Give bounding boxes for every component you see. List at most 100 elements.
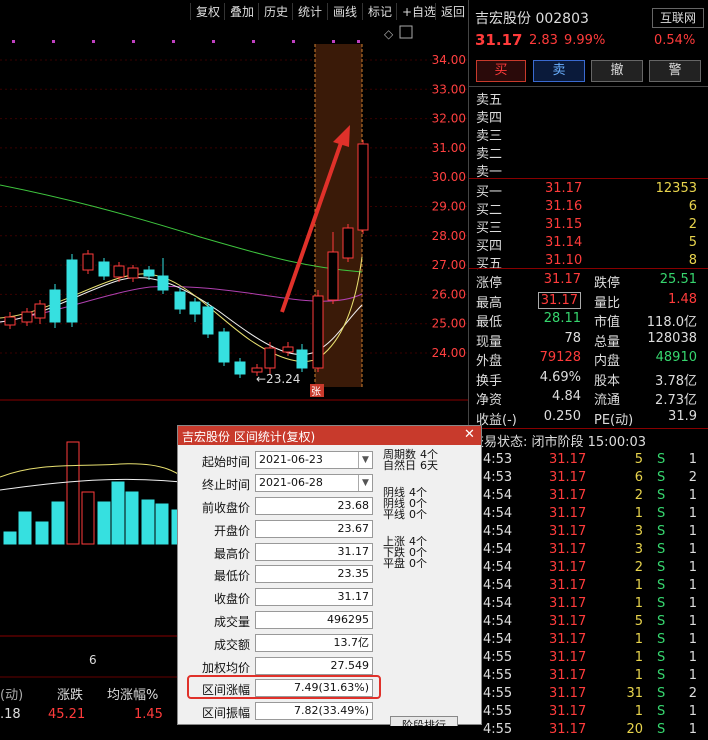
tick-row: 4:55 31.17 1 S 1 [469, 704, 708, 722]
tick-row: 4:54 31.17 1 S 1 [469, 578, 708, 596]
range-stats-dialog: 吉宏股份 区间统计(复权) ✕ 起始时间 2021-06-23 ▼ 终止时间 20… [177, 425, 482, 726]
toolbar-draw[interactable]: 画线 [327, 3, 357, 20]
toolbar-overlay[interactable]: 叠加 [224, 3, 254, 20]
stat-value-field[interactable]: 27.549 [255, 656, 373, 675]
buy-volume: 2 [688, 217, 697, 232]
toolbar-fuquan[interactable]: 复权 [190, 3, 220, 20]
quote-row: 现量 78 总量 128038 [469, 330, 708, 350]
stat-value-field[interactable]: 7.82(33.49%) [255, 702, 373, 721]
tick-count: 1 [688, 542, 697, 557]
buy-button[interactable]: 买 [476, 60, 526, 82]
tick-price: 31.17 [549, 632, 587, 647]
quote-label: PE(动) [594, 412, 634, 428]
cancel-order-button[interactable]: 撤 [591, 60, 643, 82]
tick-row: 4:54 31.17 3 S 1 [469, 542, 708, 560]
stat-value-field[interactable]: 496295 [255, 611, 373, 629]
end-date-value: 2021-06-28 [259, 476, 323, 489]
tick-row: 4:54 31.17 1 S 1 [469, 506, 708, 524]
change-value: 45.21 [48, 707, 86, 722]
highlight-box [187, 675, 381, 699]
quote-value: 128038 [647, 330, 697, 346]
stat-value-field[interactable]: 23.67 [255, 519, 373, 538]
alert-button[interactable]: 警 [649, 60, 701, 82]
tick-side: S [657, 704, 666, 719]
tick-time: 4:55 [483, 668, 513, 683]
quote-label: 现量 [476, 334, 503, 350]
price-tick: 32.00 [432, 112, 466, 126]
tick-count: 1 [688, 506, 697, 521]
tick-count: 1 [688, 632, 697, 647]
tick-volume: 1 [634, 596, 643, 611]
tick-price: 31.17 [549, 470, 587, 485]
quote-row: 换手 4.69% 股本 3.78亿 [469, 369, 708, 389]
tick-price: 31.17 [549, 542, 587, 557]
quote-label: 最低 [476, 315, 503, 330]
quote-value: 31.17 [543, 272, 581, 287]
stat-value-field[interactable]: 23.68 [255, 497, 373, 515]
quote-label: 跌停 [594, 276, 621, 291]
buy-level-3: 买三 31.15 2 [469, 217, 708, 236]
quote-value: 25.51 [659, 272, 697, 287]
sell-button[interactable]: 卖 [533, 60, 585, 82]
stat-value-field[interactable]: 13.7亿 [255, 633, 373, 652]
last-price: 31.17 [475, 31, 523, 49]
bottom-value-0: .18 [0, 707, 21, 722]
stat-value-field[interactable]: 31.17 [255, 542, 373, 561]
tick-price: 31.17 [549, 668, 587, 683]
tick-volume: 1 [634, 632, 643, 647]
tick-price: 31.17 [549, 596, 587, 611]
price-tick: 24.00 [432, 346, 466, 360]
window-icon[interactable] [399, 25, 413, 39]
bottom-left-label: (动) [0, 688, 24, 703]
even-label: 平盘 [383, 557, 405, 570]
close-icon[interactable]: ✕ [464, 427, 475, 442]
tick-count: 2 [688, 686, 697, 701]
buy-level-1: 买一 31.17 12353 [469, 181, 708, 200]
toolbar-history[interactable]: 历史 [258, 3, 288, 20]
chevron-down-icon[interactable]: ▼ [358, 475, 372, 491]
price-tick: 31.00 [432, 141, 466, 155]
tick-time: 4:54 [483, 578, 513, 593]
quote-label: 总量 [594, 334, 621, 350]
tick-time: 4:54 [483, 596, 513, 611]
dialog-title: 吉宏股份 区间统计(复权) [178, 426, 481, 445]
chart-toolbar: 复权 叠加 历史 统计 画线 标记 +自选 返回 [0, 0, 468, 22]
tick-side: S [657, 524, 666, 539]
stat-value-field[interactable]: 31.17 [255, 588, 373, 607]
buy-volume: 8 [688, 253, 697, 268]
expand-icon[interactable]: ◇ [384, 27, 394, 41]
tick-row: 4:53 31.17 5 S 1 [469, 452, 708, 470]
chevron-down-icon[interactable]: ▼ [358, 452, 372, 468]
quote-value: 3.78亿 [655, 373, 697, 389]
start-date-select[interactable]: 2021-06-23 ▼ [255, 451, 373, 469]
price-tick: 33.00 [432, 82, 466, 96]
date-axis-tick: 6 [89, 653, 97, 667]
toolbar-mark[interactable]: 标记 [362, 3, 392, 20]
quote-value: 79128 [539, 350, 581, 365]
quote-value: 31.17 [537, 291, 581, 309]
limit-up-mark: 张 [311, 386, 321, 398]
quote-panel: 吉宏股份 002803 互联网 31.17 2.83 9.99% 0.54% 买… [468, 0, 708, 737]
toolbar-add-watch[interactable]: +自选 [396, 3, 436, 20]
tick-time: 4:54 [483, 614, 513, 629]
tick-count: 1 [688, 650, 697, 665]
toolbar-stats[interactable]: 统计 [292, 3, 322, 20]
tick-count: 1 [688, 524, 697, 539]
stat-label: 前收盘价 [201, 501, 250, 515]
sell-level-1: 卖一 [476, 165, 503, 180]
tick-row: 4:53 31.17 6 S 2 [469, 470, 708, 488]
toolbar-back[interactable]: 返回 [435, 3, 465, 20]
tick-price: 31.17 [549, 488, 587, 503]
candles [4, 140, 369, 378]
tick-count: 1 [688, 578, 697, 593]
tick-time: 4:54 [483, 560, 513, 575]
buy-label: 买五 [476, 257, 503, 272]
sell-level-4: 卖四 [476, 111, 503, 126]
stat-value-field[interactable]: 23.35 [255, 565, 373, 584]
quote-label: 净资 [476, 393, 503, 408]
sector-tag[interactable]: 互联网 [652, 8, 704, 28]
end-date-select[interactable]: 2021-06-28 ▼ [255, 474, 373, 492]
quote-value: 4.69% [539, 369, 581, 385]
flat-value: 0个 [409, 508, 427, 521]
buy-label: 买三 [476, 221, 503, 236]
